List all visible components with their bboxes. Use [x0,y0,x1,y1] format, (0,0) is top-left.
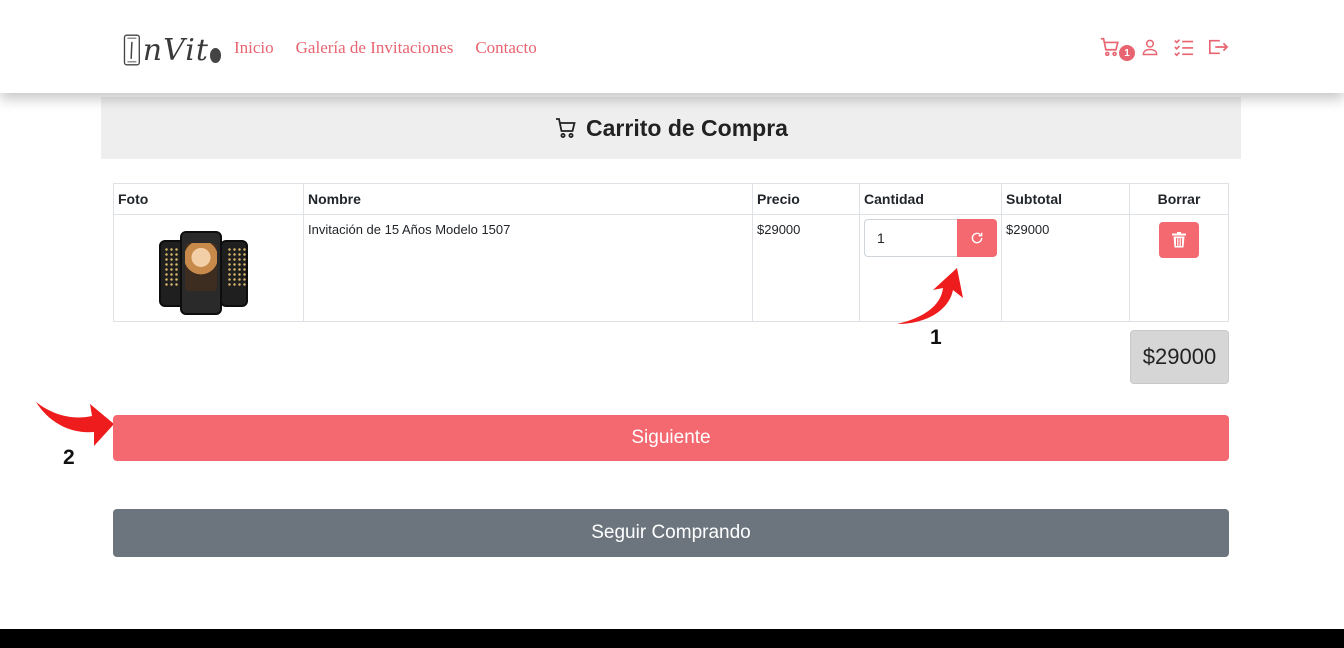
top-navbar: nVit Inicio Galería de Invitaciones Cont… [0,0,1344,93]
phone-logo-icon [123,34,140,66]
quantity-input[interactable] [864,219,957,257]
header-foto: Foto [113,183,304,215]
annotation-number-1: 1 [930,326,942,349]
header-precio: Precio [752,183,860,215]
logo-text: nVit [142,32,209,68]
nav-link-contacto[interactable]: Contacto [475,38,536,58]
trash-icon [1172,232,1186,248]
checklist-icon[interactable] [1173,36,1195,58]
phone-right-mockup [219,240,248,307]
nav-link-inicio[interactable]: Inicio [234,38,274,58]
table-header-row: Foto Nombre Precio Cantidad Subtotal Bor… [113,183,1229,215]
nav-links: Inicio Galería de Invitaciones Contacto [234,38,537,58]
logo-dot [209,47,221,63]
footer-bar [0,629,1344,648]
header-nombre: Nombre [303,183,753,215]
cart-count-badge: 1 [1119,45,1135,61]
logout-icon[interactable] [1207,36,1229,58]
nav-link-galeria[interactable]: Galería de Invitaciones [296,38,454,58]
cart-title-icon [556,118,576,138]
refresh-icon [971,232,983,244]
continue-shopping-button[interactable]: Seguir Comprando [113,509,1229,557]
product-photo-cell [113,214,304,322]
user-icon[interactable] [1139,36,1161,58]
cart-icon[interactable]: 1 [1099,36,1135,61]
logo[interactable]: nVit [123,28,221,72]
quantity-group [864,219,997,257]
total-amount: $29000 [1130,330,1229,384]
page-title-bar: Carrito de Compra [101,97,1241,159]
header-borrar: Borrar [1129,183,1229,215]
refresh-quantity-button[interactable] [957,219,997,257]
next-button[interactable]: Siguiente [113,415,1229,461]
table-row: Invitación de 15 Años Modelo 1507 $29000… [113,214,1229,322]
header-cantidad: Cantidad [859,183,1002,215]
product-image [158,222,259,315]
product-subtotal: $29000 [1001,214,1130,322]
delete-cell [1129,214,1229,322]
annotation-number-2: 2 [63,446,75,469]
product-price: $29000 [752,214,860,322]
cart-table: Foto Nombre Precio Cantidad Subtotal Bor… [113,183,1229,322]
delete-item-button[interactable] [1159,222,1199,258]
header-subtotal: Subtotal [1001,183,1130,215]
annotation-arrow-2-icon [36,402,114,446]
page-title: Carrito de Compra [586,114,788,141]
phone-center-mockup [179,231,222,315]
nav-icons: 1 [1099,36,1229,61]
product-name: Invitación de 15 Años Modelo 1507 [303,214,753,322]
annotation-arrow-1-icon [897,268,963,324]
